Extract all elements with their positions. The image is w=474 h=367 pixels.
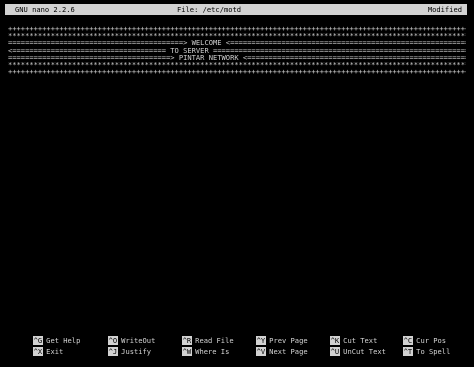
editor-version: GNU nano 2.2.6: [15, 5, 75, 14]
shortcut-key: ^V: [255, 347, 267, 356]
shortcut-key: ^U: [329, 347, 341, 356]
file-name: File: /etc/motd: [177, 5, 242, 14]
shortcut-label: Justify: [121, 347, 152, 356]
text-line[interactable]: ++++++++++++++++++++++++++++++++++++++++…: [8, 68, 466, 75]
shortcut-key: ^X: [32, 347, 44, 356]
shortcut-cut-text[interactable]: ^K Cut Text: [304, 326, 377, 345]
shortcut-exit[interactable]: ^X Exit: [7, 337, 63, 356]
text-line[interactable]: ****************************************…: [8, 32, 466, 39]
shortcut-prev-page[interactable]: ^Y Prev Page: [230, 326, 308, 345]
shortcut-label: Where Is: [195, 347, 230, 356]
shortcut-get-help[interactable]: ^G Get Help: [7, 326, 80, 345]
shortcut-key: ^J: [107, 347, 119, 356]
shortcut-label: Next Page: [269, 347, 308, 356]
shortcut-key: ^T: [402, 347, 414, 356]
shortcut-next-page[interactable]: ^V Next Page: [230, 337, 308, 356]
shortcut-where-is[interactable]: ^W Where Is: [156, 337, 229, 356]
text-line[interactable]: ========================================…: [8, 39, 466, 46]
terminal-window[interactable]: GNU nano 2.2.6 File: /etc/motd Modified …: [5, 4, 467, 356]
shortcut-label: To Spell: [416, 347, 451, 356]
shortcut-read-file[interactable]: ^R Read File: [156, 326, 234, 345]
text-line[interactable]: ======================================> …: [8, 54, 466, 61]
shortcut-cur-pos[interactable]: ^C Cur Pos: [377, 326, 446, 345]
shortcut-to-spell[interactable]: ^T To Spell: [377, 337, 450, 356]
shortcut-justify[interactable]: ^J Justify: [82, 337, 151, 356]
text-line[interactable]: <==================================== TO…: [8, 47, 466, 54]
nano-title-bar: GNU nano 2.2.6 File: /etc/motd Modified: [5, 4, 467, 15]
shortcut-key: ^W: [181, 347, 193, 356]
text-line[interactable]: ++++++++++++++++++++++++++++++++++++++++…: [8, 25, 466, 32]
shortcut-bar: ^G Get Help ^O WriteOut ^R Read File ^Y Prev…: [5, 325, 467, 356]
editor-text-area[interactable]: ++++++++++++++++++++++++++++++++++++++++…: [8, 25, 466, 75]
text-line[interactable]: ****************************************…: [8, 61, 466, 68]
shortcut-writeout[interactable]: ^O WriteOut: [82, 326, 155, 345]
modified-status: Modified: [427, 5, 462, 14]
shortcut-uncut-text[interactable]: ^U UnCut Text: [304, 337, 386, 356]
shortcut-label: Exit: [46, 347, 64, 356]
